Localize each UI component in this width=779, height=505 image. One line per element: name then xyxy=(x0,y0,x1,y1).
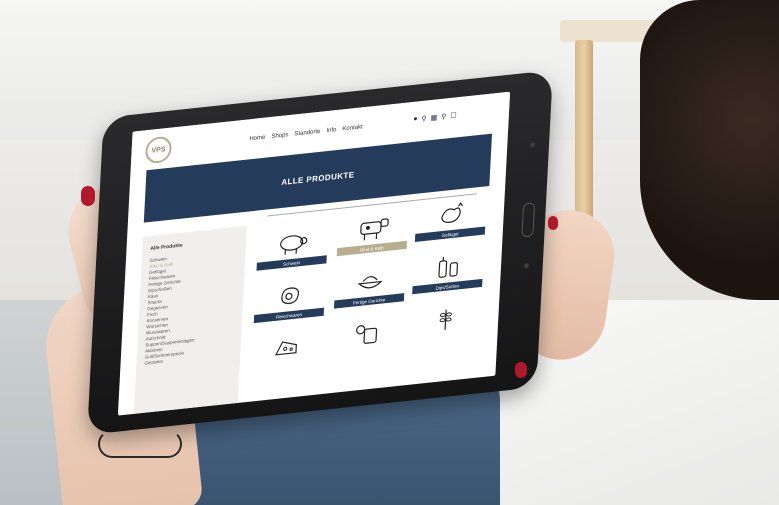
woman-hair xyxy=(640,0,779,300)
product-card-fleischwaren[interactable]: Fleischwaren xyxy=(253,275,326,335)
dish-icon xyxy=(357,276,383,289)
site-logo[interactable]: VPS xyxy=(144,135,173,165)
bracelet xyxy=(98,430,182,458)
product-label: Schwein xyxy=(256,255,327,271)
snacks-icon xyxy=(356,325,378,344)
product-card-dips-sossen[interactable]: Dips/Soßen xyxy=(412,247,485,307)
nav-standorte[interactable]: Standorte xyxy=(294,129,320,138)
header-icons: ● ⚲ ▦ ⚲ ☐ xyxy=(413,111,457,124)
tablet-device: VPS Home Shops Standorte Info Kontakt ● … xyxy=(87,70,553,435)
product-card-schwein[interactable]: Schwein xyxy=(256,223,329,283)
tablet-sensor xyxy=(530,142,536,148)
nav-shops[interactable]: Shops xyxy=(271,132,288,140)
page-title: ALLE PRODUKTE xyxy=(281,169,355,187)
product-card-fertige-gerichte[interactable]: Fertige Gerichte xyxy=(333,261,406,321)
product-label: Fertige Gerichte xyxy=(333,293,405,309)
cart-icon[interactable]: ☐ xyxy=(450,111,457,120)
rooster-icon xyxy=(441,201,463,223)
product-label: Geflügel xyxy=(414,226,486,242)
fingernail xyxy=(81,186,95,206)
user-icon[interactable]: ● xyxy=(413,115,418,124)
cow-icon xyxy=(360,218,389,241)
pig-icon xyxy=(280,235,308,255)
fingernail xyxy=(548,216,558,230)
meat-icon xyxy=(281,287,300,305)
product-label: Fleischwaren xyxy=(253,307,325,324)
nav-info[interactable]: Info xyxy=(326,127,336,134)
product-card-gefluegel[interactable]: Geflügel xyxy=(414,194,487,254)
location-pin-icon[interactable]: ⚲ xyxy=(441,112,447,121)
product-grid: Schwein Rind & Kalb Geflügel Fleischware… xyxy=(246,199,495,402)
main-nav: Home Shops Standorte Info Kontakt xyxy=(249,124,363,142)
photo-scene: VPS Home Shops Standorte Info Kontakt ● … xyxy=(0,0,779,505)
product-label: Dips/Soßen xyxy=(412,278,483,295)
product-card-kaese[interactable] xyxy=(250,328,323,388)
tablet-sensor xyxy=(523,262,530,269)
nav-kontakt[interactable]: Kontakt xyxy=(342,124,363,132)
product-label: Rind & Kalb xyxy=(336,240,408,257)
sauce-bottle-icon xyxy=(438,256,459,278)
calendar-icon[interactable]: ▦ xyxy=(430,113,437,122)
product-card-snacks[interactable] xyxy=(331,313,404,373)
fingernail xyxy=(515,362,527,378)
grain-icon xyxy=(439,309,452,330)
nav-home[interactable]: Home xyxy=(249,135,265,143)
tablet-home-button[interactable] xyxy=(521,202,536,238)
sidebar-list: Schwein Rind & Kalb Geflügel Fleischware… xyxy=(144,253,199,367)
product-card-rind-kalb[interactable]: Rind & Kalb xyxy=(336,209,409,269)
product-card-getreide[interactable] xyxy=(409,299,482,359)
search-icon[interactable]: ⚲ xyxy=(421,115,427,124)
cheese-icon xyxy=(274,341,297,356)
tablet-screen: VPS Home Shops Standorte Info Kontakt ● … xyxy=(117,91,511,416)
